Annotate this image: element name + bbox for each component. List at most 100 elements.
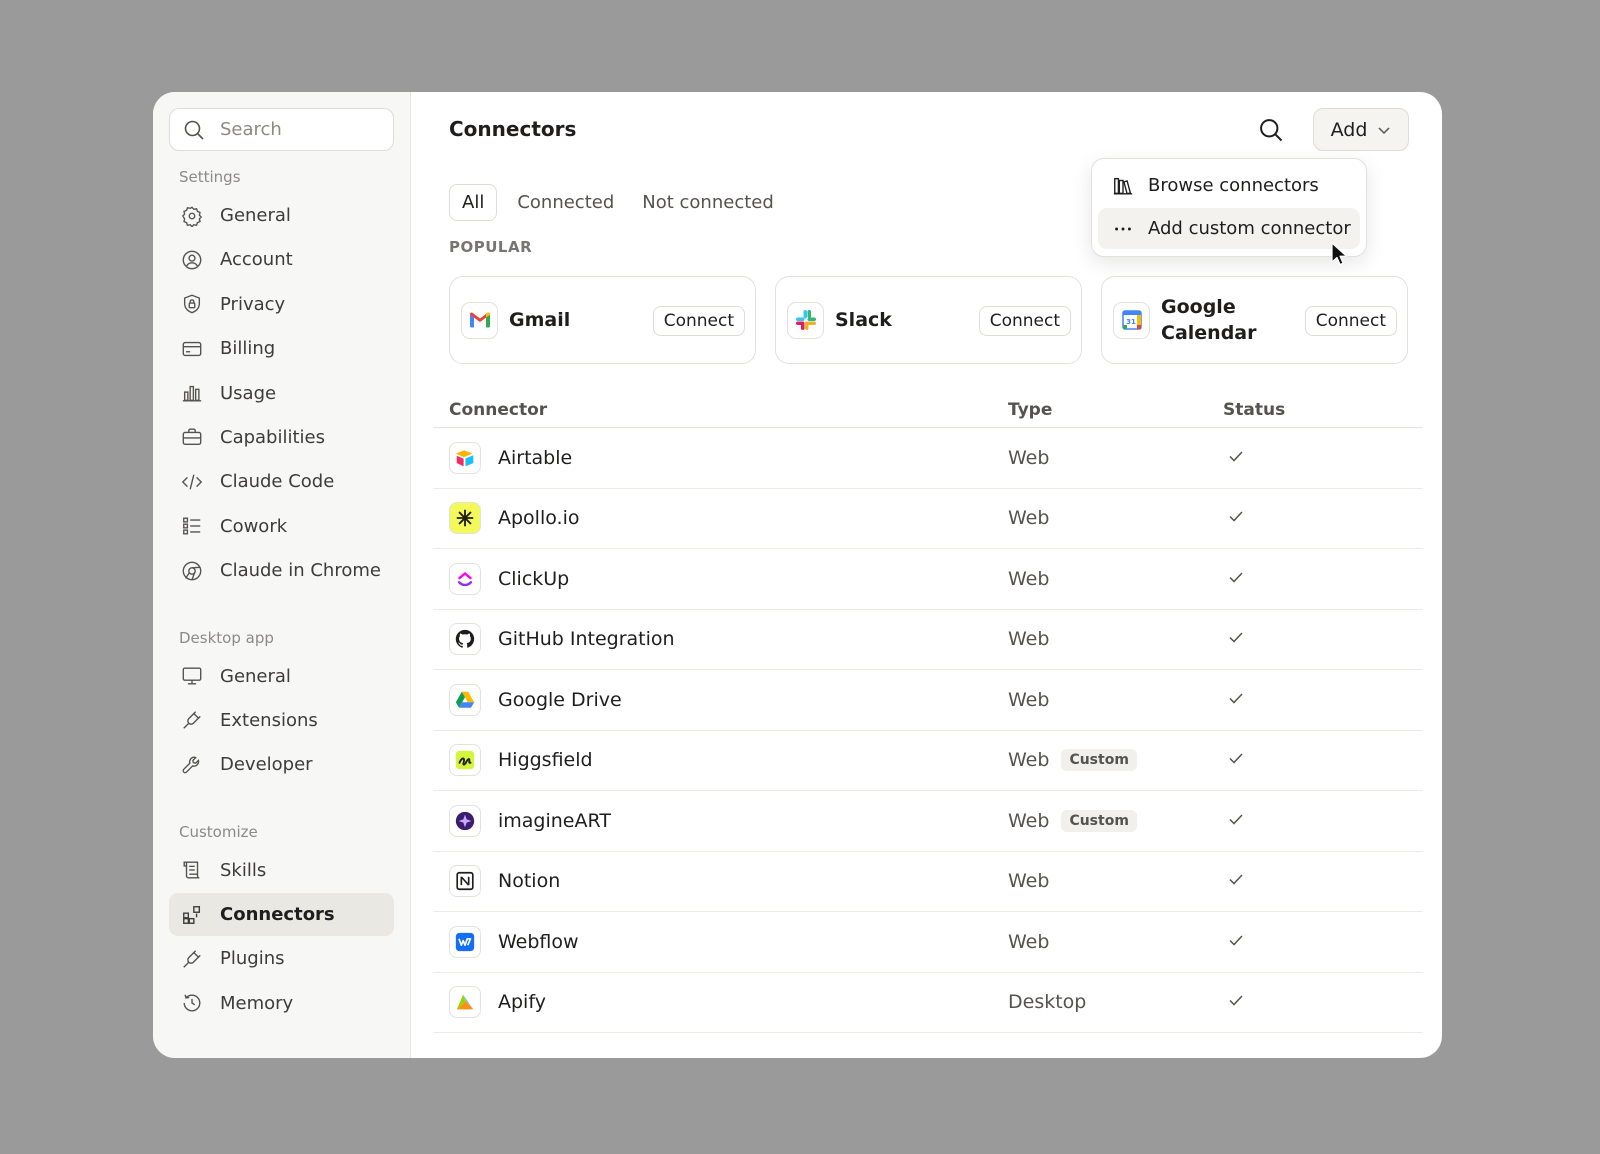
table-row[interactable]: Notion Web	[433, 852, 1423, 912]
search-icon[interactable]	[1257, 116, 1285, 144]
chevron-down-icon	[1378, 126, 1390, 134]
gear-icon	[181, 205, 203, 227]
row-name: Apify	[498, 991, 546, 1014]
row-name: Airtable	[498, 446, 573, 469]
connect-button[interactable]: Connect	[652, 306, 745, 336]
check-icon	[1229, 451, 1243, 462]
row-name-cell: GitHub Integration	[433, 623, 1008, 656]
checklist-icon	[183, 517, 201, 535]
google-drive-icon	[455, 691, 475, 708]
sidebar-item-account[interactable]: Account	[169, 238, 394, 281]
sidebar-item-skills[interactable]: Skills	[169, 849, 394, 892]
row-type: Web	[1008, 809, 1050, 832]
check-icon	[1229, 753, 1243, 764]
airtable-icon	[456, 449, 474, 467]
tab-connected[interactable]: Connected	[505, 184, 626, 221]
row-type-cell: Desktop	[1008, 991, 1223, 1013]
imagineart-icon	[455, 811, 475, 830]
row-status-cell	[1223, 991, 1245, 1013]
sidebar-item-label: General	[220, 665, 291, 687]
library-icon	[1113, 177, 1133, 195]
connectors-table: Connector Type Status Airtable Web Apoll…	[433, 392, 1423, 1033]
row-logo	[449, 502, 481, 535]
row-type-cell: Web	[1008, 568, 1223, 590]
menu-item-label: Browse connectors	[1148, 175, 1319, 196]
sidebar-item-label: Skills	[220, 859, 267, 881]
check-icon	[1229, 632, 1243, 643]
apollo-icon	[456, 510, 474, 527]
row-status-cell	[1223, 507, 1245, 529]
sidebar-item-label: Capabilities	[220, 426, 325, 448]
menu-item-add-custom-connector[interactable]: Add custom connector	[1098, 208, 1360, 249]
popular-label: POPULAR	[449, 238, 533, 256]
connect-button[interactable]: Connect	[978, 306, 1071, 336]
table-row[interactable]: Apollo.io Web	[433, 489, 1423, 549]
table-row[interactable]: Webflow Web	[433, 912, 1423, 973]
tab-not-connected[interactable]: Not connected	[630, 184, 786, 221]
row-logo	[449, 925, 481, 958]
sidebar-item-capabilities[interactable]: Capabilities	[169, 416, 394, 459]
row-name-cell: ClickUp	[433, 562, 1008, 595]
table-row[interactable]: Airtable Web	[433, 428, 1423, 489]
sidebar-item-memory[interactable]: Memory	[169, 982, 394, 1025]
popular-card-gmail: Gmail Connect	[449, 276, 756, 364]
row-type: Web	[1008, 567, 1050, 590]
row-logo	[449, 744, 481, 777]
menu-item-browse-connectors[interactable]: Browse connectors	[1098, 165, 1360, 206]
col-header-type[interactable]: Type	[1008, 400, 1223, 420]
sidebar-item-usage[interactable]: Usage	[169, 372, 394, 415]
row-type-cell: Web	[1008, 507, 1223, 529]
globe-icon	[182, 561, 202, 581]
check-icon	[1229, 935, 1243, 946]
col-header-connector[interactable]: Connector	[433, 400, 1008, 420]
table-row[interactable]: imagineART Web Custom	[433, 791, 1423, 852]
search-input[interactable]	[220, 119, 370, 140]
table-row[interactable]: Higgsfield Web Custom	[433, 731, 1423, 791]
monitor-icon	[182, 667, 202, 685]
sidebar-item-label: Cowork	[220, 515, 288, 537]
row-status-cell	[1223, 810, 1245, 832]
sidebar-item-cowork[interactable]: Cowork	[169, 505, 394, 548]
col-header-status[interactable]: Status	[1223, 400, 1285, 420]
sidebar-item-general[interactable]: General	[169, 194, 394, 237]
sidebar-item-extensions[interactable]: Extensions	[169, 699, 394, 742]
sidebar-item-billing[interactable]: Billing	[169, 327, 394, 370]
popular-card-google-calendar: 31 Google Calendar Connect	[1101, 276, 1408, 364]
wrench-icon	[182, 756, 200, 774]
sidebar: Settings General Account Privacy Billing…	[153, 92, 411, 1058]
row-logo	[449, 562, 481, 595]
sidebar-item-claude-code[interactable]: Claude Code	[169, 460, 394, 503]
table-row[interactable]: ClickUp Web	[433, 549, 1423, 610]
row-status-cell	[1223, 447, 1245, 469]
table-row[interactable]: GitHub Integration Web	[433, 610, 1423, 670]
sidebar-item-connectors[interactable]: Connectors	[169, 893, 394, 937]
section-label-customize: Customize	[179, 822, 258, 841]
plug-icon	[183, 711, 201, 730]
row-type: Web	[1008, 507, 1050, 530]
sidebar-item-desktop-general[interactable]: General	[169, 655, 394, 698]
apify-icon	[456, 994, 474, 1010]
filter-tabs: All Connected Not connected	[449, 184, 786, 221]
user-circle-icon	[182, 250, 202, 270]
sidebar-item-claude-in-chrome[interactable]: Claude in Chrome	[169, 549, 394, 592]
table-row[interactable]: Google Drive Web	[433, 670, 1423, 731]
tab-all[interactable]: All	[449, 184, 498, 221]
history-icon	[183, 994, 201, 1012]
sidebar-item-developer[interactable]: Developer	[169, 743, 394, 786]
card-logo	[461, 301, 498, 339]
sidebar-item-label: Claude in Chrome	[220, 560, 381, 582]
row-status-cell	[1223, 689, 1245, 711]
check-icon	[1229, 511, 1243, 522]
sidebar-item-privacy[interactable]: Privacy	[169, 283, 394, 326]
table-row[interactable]: Apify Desktop	[433, 973, 1423, 1033]
check-icon	[1229, 572, 1243, 583]
add-button[interactable]: Add	[1313, 108, 1409, 151]
custom-badge: Custom	[1061, 809, 1137, 832]
row-type-cell: Web	[1008, 870, 1223, 892]
gmail-icon	[469, 312, 490, 328]
connect-button[interactable]: Connect	[1304, 306, 1397, 336]
check-icon	[1229, 995, 1243, 1006]
sidebar-item-plugins[interactable]: Plugins	[169, 937, 394, 980]
mouse-cursor-icon	[1331, 242, 1347, 266]
sidebar-search[interactable]	[169, 108, 394, 151]
